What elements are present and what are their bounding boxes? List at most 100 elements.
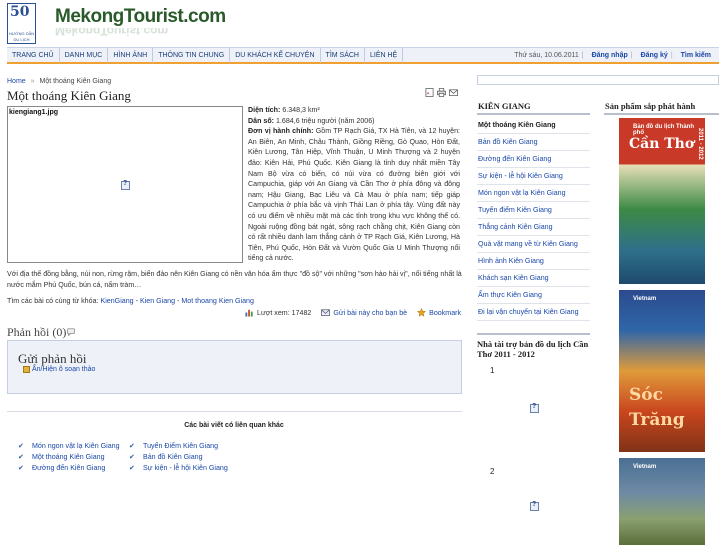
comment-form-title: Gửi phản hồi: [18, 351, 87, 366]
nav-item-find-books[interactable]: TÌM SÁCH: [321, 48, 365, 63]
population-row: Dân số: 1.684,6 triệu người (năm 2006): [248, 116, 460, 127]
book-cover-soc-trang[interactable]: Vietnam Sóc Trăng: [619, 290, 705, 452]
tag-link[interactable]: KienGiang: [100, 297, 133, 305]
tag-link[interactable]: Kien Giang: [140, 297, 175, 305]
email-icon[interactable]: [449, 88, 458, 97]
check-icon: ✔: [129, 454, 135, 461]
sidebar-item[interactable]: Quà vặt mang về từ Kiên Giang: [477, 236, 590, 253]
article-tags: Tìm các bài có cùng từ khóa: KienGiang -…: [7, 297, 254, 305]
bookmark-link[interactable]: Bookmark: [429, 309, 461, 317]
sidebar-item[interactable]: Đường đến Kiên Giang: [477, 151, 590, 168]
main-navbar: TRANG CHỦ DANH MỤC HÌNH ẢNH THÔNG TIN CH…: [7, 47, 719, 64]
related-item[interactable]: ✔ Tuyển Điểm Kiên Giang: [129, 441, 228, 452]
comments-title: Phản hồi (0): [7, 325, 76, 340]
area-row: Diện tích: 6.348,3 km²: [248, 105, 460, 116]
sponsor-number: 2: [490, 467, 495, 476]
admin-value: Gồm TP Rạch Giá, TX Hà Tiên, và 12 huyện…: [248, 127, 460, 263]
login-link[interactable]: Đăng nhập: [592, 52, 628, 59]
book-cover-title-2: Trăng: [629, 410, 685, 430]
site-name-reflection: MekongTourist.com: [55, 28, 169, 38]
related-item-label: Món ngon vật lạ Kiên Giang: [32, 442, 120, 450]
sidebar-item[interactable]: Đi lại vận chuyển tại Kiên Giang: [477, 304, 590, 321]
send-to-friend-link[interactable]: Gửi bài này cho bạn bè: [333, 309, 407, 317]
nav-item-images[interactable]: HÌNH ẢNH: [108, 48, 154, 63]
related-item[interactable]: ✔ Một thoáng Kiên Giang: [18, 452, 120, 463]
current-date: Thứ sáu, 10.06.2011: [514, 52, 579, 59]
article-stats: Lượt xem: 17482 Gửi bài này cho bạn bè B…: [245, 308, 471, 317]
check-icon: ✔: [129, 443, 135, 450]
related-item-label: Tuyển Điểm Kiên Giang: [143, 442, 219, 450]
search-link[interactable]: Tìm kiếm: [681, 52, 711, 59]
register-link[interactable]: Đăng ký: [641, 52, 668, 59]
book-cover-can-tho[interactable]: Bản đồ du lịch Thành phố Cần Thơ 2011 - …: [619, 118, 705, 284]
broken-image-icon[interactable]: [530, 403, 539, 413]
books-section-title: Sản phẩm sắp phát hành: [605, 101, 696, 111]
check-icon: ✔: [18, 443, 24, 450]
check-icon: ✔: [18, 454, 24, 461]
sidebar-item[interactable]: Tuyến điểm Kiên Giang: [477, 202, 590, 219]
nav-item-categories[interactable]: DANH MỤC: [60, 48, 109, 63]
tag-link[interactable]: Mot thoang Kien Giang: [181, 297, 254, 305]
site-logo[interactable]: 50 HƯỚNG DẪN DU LỊCH: [7, 3, 36, 44]
check-icon: ✔: [129, 465, 135, 472]
svg-text:A: A: [427, 90, 430, 95]
site-name[interactable]: MekongTourist.com: [55, 6, 226, 28]
sidebar-item[interactable]: Bản đồ Kiên Giang: [477, 134, 590, 151]
nav-item-contact[interactable]: LIÊN HỆ: [365, 48, 404, 63]
nav-right: Thứ sáu, 10.06.2011 | Đăng nhập | Đăng ký | Tì…: [514, 48, 711, 63]
sidebar-item[interactable]: Ẩm thực Kiên Giang: [477, 287, 590, 304]
toggle-editor-label: Ẩn/Hiện ô soạn thảo: [32, 366, 96, 373]
sidebar-item[interactable]: Khách sạn Kiên Giang: [477, 270, 590, 287]
related-item[interactable]: ✔ Sự kiện - lễ hội Kiên Giang: [129, 463, 228, 474]
related-item[interactable]: ✔ Bản đồ Kiên Giang: [129, 452, 228, 463]
divider: [7, 411, 462, 412]
sidebar-item[interactable]: Hình ảnh Kiên Giang: [477, 253, 590, 270]
book-cover-caption: Bản đồ du lịch Thành phố: [633, 124, 694, 136]
breadcrumb: Home » Một thoáng Kiên Giang: [7, 78, 111, 85]
breadcrumb-separator-icon: »: [30, 78, 35, 85]
nav-items: TRANG CHỦ DANH MỤC HÌNH ẢNH THÔNG TIN CH…: [7, 48, 404, 63]
population-label: Dân số:: [248, 116, 275, 125]
check-icon: ✔: [18, 465, 24, 472]
admin-row: Đơn vị hành chính: Gồm TP Rạch Giá, TX H…: [248, 126, 460, 264]
sidebar-item[interactable]: Thắng cảnh Kiên Giang: [477, 219, 590, 236]
area-value: 6.348,3 km²: [282, 106, 320, 114]
book-cover-3[interactable]: Vietnam: [619, 458, 705, 545]
sidebar-section-title: KIÊN GIANG: [478, 101, 531, 111]
section-underline: [477, 113, 590, 115]
sponsor-title: Nhà tài trợ bản đồ du lịch Cần Thơ 2011 …: [477, 339, 589, 359]
related-item[interactable]: ✔ Đường đến Kiên Giang: [18, 463, 120, 474]
bookmark-icon: [417, 308, 427, 317]
related-list-1: ✔ Món ngon vật lạ Kiên Giang ✔ Một thoáng …: [18, 441, 120, 474]
image-filename: kiengiang1.jpg: [9, 109, 59, 116]
admin-label: Đơn vị hành chính:: [248, 127, 314, 136]
print-icon[interactable]: [437, 88, 446, 97]
sidebar-item[interactable]: Sự kiện - lễ hội Kiên Giang: [477, 168, 590, 185]
sidebar-item[interactable]: Một thoáng Kiên Giang: [477, 117, 590, 134]
site-header: 50 HƯỚNG DẪN DU LỊCH MekongTourist.com M…: [0, 0, 727, 46]
book-cover-caption: Vietnam: [633, 464, 657, 470]
comment-icon: [67, 328, 76, 337]
nav-separator: |: [670, 52, 673, 59]
related-list-2: ✔ Tuyển Điểm Kiên Giang ✔ Bản đồ Kiên Gian…: [129, 441, 228, 474]
nav-item-traveler-stories[interactable]: DU KHÁCH KỂ CHUYỆN: [230, 48, 321, 63]
toggle-editor-link[interactable]: Ẩn/Hiện ô soạn thảo: [23, 366, 95, 373]
book-cover-caption: Vietnam: [633, 296, 657, 302]
page-title: Một thoáng Kiên Giang: [7, 88, 131, 103]
related-item-label: Một thoáng Kiên Giang: [32, 453, 105, 461]
related-item[interactable]: ✔ Món ngon vật lạ Kiên Giang: [18, 441, 120, 452]
send-mail-icon: [321, 309, 331, 317]
breadcrumb-home[interactable]: Home: [7, 78, 26, 85]
logo-number: 50: [10, 4, 30, 20]
population-value: 1.684,6 triệu người (năm 2006): [276, 116, 375, 125]
related-item-label: Sự kiện - lễ hội Kiên Giang: [143, 464, 228, 472]
broken-image-icon[interactable]: [530, 501, 539, 511]
pdf-icon[interactable]: A: [425, 88, 434, 97]
sidebar-item[interactable]: Món ngon vật lạ Kiên Giang: [477, 185, 590, 202]
logo-caption-1: HƯỚNG DẪN: [8, 31, 35, 36]
book-cover-year: 2011 - 2012: [697, 128, 703, 160]
nav-item-general-info[interactable]: THÔNG TIN CHUNG: [153, 48, 231, 63]
article-description: Với địa thế đồng bằng, núi non, rừng rậm…: [7, 270, 462, 289]
article-image: kiengiang1.jpg: [7, 106, 243, 263]
nav-item-home[interactable]: TRANG CHỦ: [7, 48, 60, 63]
